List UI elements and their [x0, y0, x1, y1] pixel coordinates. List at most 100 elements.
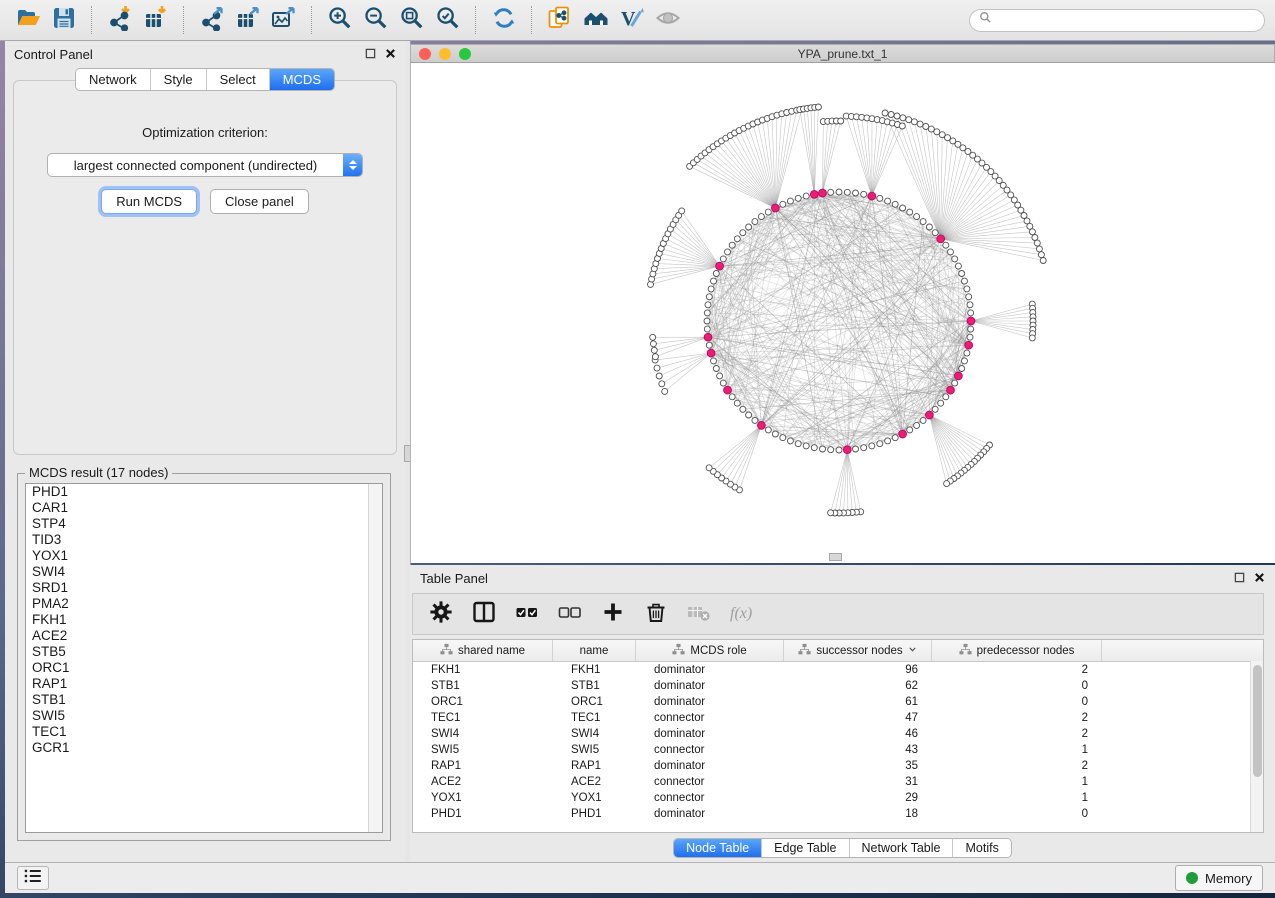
tab-mcds[interactable]: MCDS — [269, 69, 334, 90]
home-button[interactable] — [578, 3, 614, 37]
open-folder-button[interactable] — [10, 3, 46, 37]
table-row[interactable]: STB1STB1dominator620 — [413, 678, 1263, 694]
zoom-out-button[interactable] — [358, 3, 394, 37]
control-panel: Control Panel NetworkStyleSelectMCDS Opt… — [5, 41, 405, 862]
column-header-predecessor-nodes[interactable]: predecessor nodes — [932, 640, 1102, 661]
mcds-result-item[interactable]: PHD1 — [26, 484, 382, 500]
cell-successor-nodes: 46 — [784, 728, 932, 740]
uncheck-pair-button[interactable] — [556, 600, 584, 628]
table-scrollbar[interactable] — [1250, 661, 1263, 832]
close-window-icon[interactable] — [419, 48, 431, 60]
column-header-mcds-role[interactable]: MCDS role — [636, 640, 784, 661]
mcds-list-scrollbar[interactable] — [368, 484, 382, 832]
cell-mcds-role: dominator — [636, 728, 784, 740]
app-window: V Control Panel NetworkStyleSelectMCDS O… — [0, 0, 1275, 898]
column-header-shared-name[interactable]: shared name — [413, 640, 553, 661]
tab-select[interactable]: Select — [206, 69, 269, 90]
network-window-titlebar[interactable]: YPA_prune.txt_1 — [410, 44, 1275, 63]
table-row[interactable]: ORC1ORC1dominator610 — [413, 694, 1263, 710]
column-header-name[interactable]: name — [553, 640, 636, 661]
float-table-panel-icon[interactable] — [1234, 571, 1245, 586]
table-row[interactable]: SWI4SWI4dominator462 — [413, 726, 1263, 742]
task-history-button[interactable] — [17, 866, 49, 890]
tab-style[interactable]: Style — [150, 69, 206, 90]
mcds-result-item[interactable]: SWI5 — [26, 708, 382, 724]
close-table-panel-icon[interactable] — [1254, 571, 1265, 586]
tab-network-table[interactable]: Network Table — [849, 839, 953, 857]
import-network-button[interactable] — [102, 3, 138, 37]
uncheck-pair-icon — [557, 599, 583, 630]
mcds-result-item[interactable]: STP4 — [26, 516, 382, 532]
table-row[interactable]: SWI5SWI5connector431 — [413, 742, 1263, 758]
trash-button[interactable] — [642, 600, 670, 628]
open-session-share-button[interactable] — [542, 3, 578, 37]
style-vizmap-button[interactable]: V — [614, 3, 650, 37]
trash-icon — [643, 599, 669, 630]
network-graph[interactable] — [411, 63, 1274, 561]
float-panel-icon[interactable] — [365, 47, 376, 62]
zoom-fit-button[interactable] — [394, 3, 430, 37]
mcds-result-item[interactable]: RAP1 — [26, 676, 382, 692]
mcds-result-item[interactable]: SRD1 — [26, 580, 382, 596]
cell-shared-name: FKH1 — [413, 664, 553, 676]
mcds-result-item[interactable]: TID3 — [26, 532, 382, 548]
export-image-button[interactable] — [266, 3, 302, 37]
table-row[interactable]: ACE2ACE2connector311 — [413, 774, 1263, 790]
columns-button[interactable] — [470, 600, 498, 628]
refresh-icon — [491, 5, 517, 36]
table-scrollbar-thumb[interactable] — [1253, 665, 1262, 777]
import-table-icon — [143, 5, 169, 36]
table-row[interactable]: YOX1YOX1connector291 — [413, 790, 1263, 806]
export-table-button[interactable] — [230, 3, 266, 37]
search-box[interactable] — [969, 9, 1265, 32]
mcds-result-item[interactable]: STB5 — [26, 644, 382, 660]
tab-edge-table[interactable]: Edge Table — [761, 839, 848, 857]
mcds-result-item[interactable]: ACE2 — [26, 628, 382, 644]
mcds-result-list[interactable]: PHD1CAR1STP4TID3YOX1SWI4SRD1PMA2FKH1ACE2… — [25, 483, 383, 833]
search-input[interactable] — [998, 12, 1255, 28]
home-icon — [583, 5, 609, 36]
zoom-selected-button[interactable] — [430, 3, 466, 37]
memory-button[interactable]: Memory — [1175, 865, 1263, 891]
gear-button[interactable] — [427, 600, 455, 628]
search-icon — [979, 11, 992, 29]
mcds-result-item[interactable]: GCR1 — [26, 740, 382, 756]
save-button[interactable] — [46, 3, 82, 37]
mcds-result-item[interactable]: ORC1 — [26, 660, 382, 676]
close-panel-button[interactable]: Close panel — [210, 189, 309, 214]
run-mcds-button[interactable]: Run MCDS — [101, 189, 197, 214]
sort-chevron-icon[interactable] — [908, 645, 917, 657]
mcds-result-item[interactable]: STB1 — [26, 692, 382, 708]
table-toolbar: f(x) — [412, 593, 1264, 635]
table-row[interactable]: FKH1FKH1dominator962 — [413, 662, 1263, 678]
plus-button[interactable] — [599, 600, 627, 628]
cell-name: RAP1 — [553, 760, 636, 772]
network-canvas[interactable] — [410, 63, 1275, 563]
tab-node-table[interactable]: Node Table — [674, 839, 761, 857]
close-panel-icon[interactable] — [385, 47, 396, 62]
criterion-dropdown[interactable]: largest connected component (undirected) — [47, 153, 363, 177]
horizontal-splitter-handle[interactable] — [829, 553, 842, 561]
cell-name: TEC1 — [553, 712, 636, 724]
table-row[interactable]: TEC1TEC1connector472 — [413, 710, 1263, 726]
mcds-result-item[interactable]: PMA2 — [26, 596, 382, 612]
mcds-result-item[interactable]: YOX1 — [26, 548, 382, 564]
zoom-in-button[interactable] — [322, 3, 358, 37]
minimize-window-icon[interactable] — [439, 48, 451, 60]
refresh-button[interactable] — [486, 3, 522, 37]
mcds-result-item[interactable]: TEC1 — [26, 724, 382, 740]
tab-motifs[interactable]: Motifs — [952, 839, 1010, 857]
mcds-result-item[interactable]: CAR1 — [26, 500, 382, 516]
table-row[interactable]: RAP1RAP1dominator352 — [413, 758, 1263, 774]
mcds-result-item[interactable]: FKH1 — [26, 612, 382, 628]
maximize-window-icon[interactable] — [459, 48, 471, 60]
check-pair-button[interactable] — [513, 600, 541, 628]
column-header-successor-nodes[interactable]: successor nodes — [784, 640, 932, 661]
table-row[interactable]: PHD1PHD1dominator180 — [413, 806, 1263, 822]
column-header-filler — [1102, 640, 1263, 661]
import-table-button[interactable] — [138, 3, 174, 37]
mcds-result-item[interactable]: SWI4 — [26, 564, 382, 580]
tab-network[interactable]: Network — [76, 69, 150, 90]
eye-button[interactable] — [650, 3, 686, 37]
export-network-button[interactable] — [194, 3, 230, 37]
